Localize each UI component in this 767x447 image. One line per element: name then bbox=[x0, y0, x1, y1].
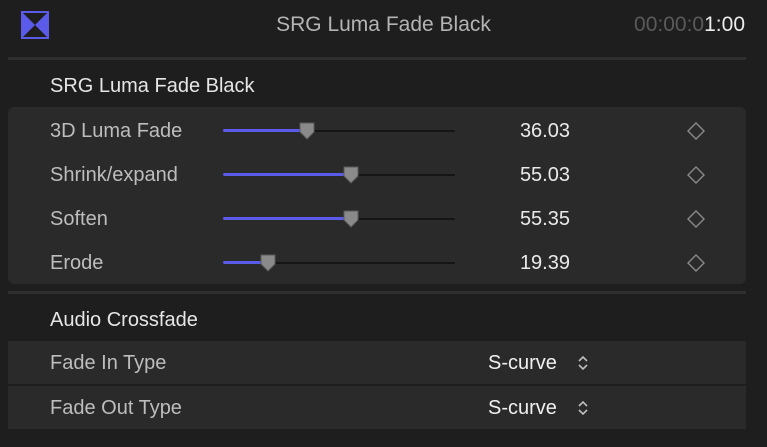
keyframe-diamond-icon[interactable] bbox=[686, 253, 706, 273]
param-value[interactable]: 36.03 bbox=[478, 120, 570, 143]
audio-row-label: Fade In Type bbox=[50, 352, 167, 374]
param-slider[interactable] bbox=[223, 166, 455, 184]
param-slider[interactable] bbox=[223, 254, 455, 272]
param-row: Shrink/expand 55.03 bbox=[8, 153, 746, 197]
param-row: Soften 55.35 bbox=[8, 197, 746, 241]
audio-fade-row: Fade In Type S-curve bbox=[8, 341, 746, 384]
timecode-display: 00:00:01:00 bbox=[634, 13, 745, 37]
updown-chevron-icon[interactable] bbox=[576, 354, 590, 372]
param-value[interactable]: 55.03 bbox=[478, 164, 570, 187]
section-divider bbox=[8, 291, 746, 294]
param-label: 3D Luma Fade bbox=[50, 120, 183, 142]
slider-thumb[interactable] bbox=[298, 122, 316, 140]
timecode-bright: 1:00 bbox=[704, 13, 745, 36]
slider-thumb[interactable] bbox=[342, 210, 360, 228]
param-row: Erode 19.39 bbox=[8, 241, 746, 285]
slider-thumb[interactable] bbox=[259, 254, 277, 272]
param-row: 3D Luma Fade 36.03 bbox=[8, 109, 746, 153]
audio-fade-row: Fade Out Type S-curve bbox=[8, 386, 746, 429]
param-slider[interactable] bbox=[223, 210, 455, 228]
audio-row-label: Fade Out Type bbox=[50, 397, 182, 419]
keyframe-diamond-icon[interactable] bbox=[686, 209, 706, 229]
section-title-audio[interactable]: Audio Crossfade bbox=[50, 309, 198, 332]
transition-params-panel: 3D Luma Fade 36.03 Shrink/expand 55.03 Softe… bbox=[8, 107, 746, 284]
param-slider[interactable] bbox=[223, 122, 455, 140]
slider-fill bbox=[223, 129, 307, 132]
param-value[interactable]: 55.35 bbox=[478, 208, 570, 231]
fade-type-popup[interactable]: S-curve bbox=[488, 352, 557, 375]
keyframe-diamond-icon[interactable] bbox=[686, 165, 706, 185]
header-divider bbox=[8, 57, 746, 60]
keyframe-diamond-icon[interactable] bbox=[686, 121, 706, 141]
slider-thumb[interactable] bbox=[342, 166, 360, 184]
updown-chevron-icon[interactable] bbox=[576, 399, 590, 417]
slider-fill bbox=[223, 217, 351, 220]
section-title-transition[interactable]: SRG Luma Fade Black bbox=[50, 75, 255, 98]
param-label: Soften bbox=[50, 208, 108, 230]
inspector-header: SRG Luma Fade Black 00:00:01:00 bbox=[0, 0, 767, 52]
param-label: Erode bbox=[50, 252, 104, 274]
timecode-dim: 00:00:0 bbox=[634, 13, 705, 36]
slider-fill bbox=[223, 173, 351, 176]
param-label: Shrink/expand bbox=[50, 164, 178, 186]
param-value[interactable]: 19.39 bbox=[478, 252, 570, 275]
fade-type-popup[interactable]: S-curve bbox=[488, 397, 557, 420]
